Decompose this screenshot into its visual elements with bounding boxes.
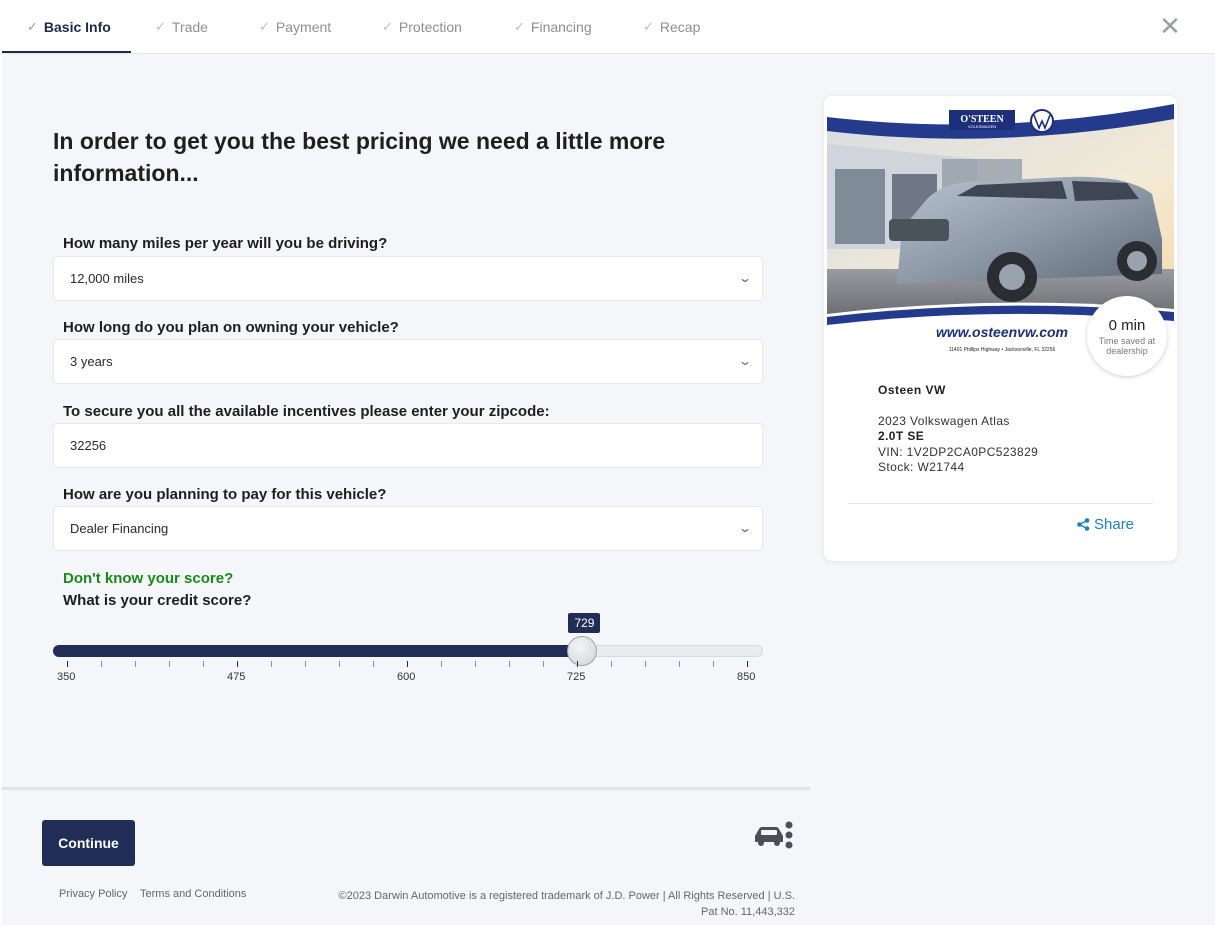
check-icon: ✓ [514, 19, 525, 34]
share-label: Share [1094, 516, 1135, 533]
zipcode-field-wrapper [53, 423, 763, 468]
chevron-down-icon: ⌄ [737, 271, 753, 285]
tab-financing[interactable]: ✓ Financing [514, 0, 592, 54]
check-icon: ✓ [155, 19, 166, 34]
vehicle-card: O'STEEN VOLKSWAGEN www.osteenvw.com 1140… [824, 96, 1177, 561]
time-saved-badge: 0 min Time saved at dealership [1087, 296, 1167, 376]
slider-tick [645, 661, 646, 667]
tab-recap[interactable]: ✓ Recap [643, 0, 700, 54]
check-icon: ✓ [382, 19, 393, 34]
tab-label: Protection [398, 19, 462, 35]
payment-select-value: Dealer Financing [70, 521, 169, 536]
dealer-name: Osteen VW [878, 383, 946, 397]
privacy-policy-link[interactable]: Privacy Policy [59, 888, 127, 900]
vehicle-year-make-model: 2023 Volkswagen Atlas [878, 414, 1010, 428]
check-icon: ✓ [27, 19, 38, 34]
step-tab-bar: ✓ Basic Info ✓ Trade ✓ Payment ✓ Protect… [0, 0, 1215, 54]
tab-label: Financing [530, 19, 592, 35]
slider-tick [67, 661, 68, 667]
tab-label: Basic Info [43, 19, 111, 35]
slider-tick-label: 850 [737, 671, 756, 683]
dealer-address-text: 11401 Phillips Highway • Jacksonville, F… [949, 347, 1056, 353]
tab-payment[interactable]: ✓ Payment [259, 0, 331, 54]
dont-know-score-link[interactable]: Don't know your score? [63, 570, 233, 587]
slider-tick [747, 661, 748, 667]
slider-tick [441, 661, 442, 667]
page-title: In order to get you the best pricing we … [53, 128, 666, 186]
slider-tick [577, 661, 578, 667]
slider-tick [679, 661, 680, 667]
slider-tick [509, 661, 510, 667]
slider-tick [305, 661, 306, 667]
slider-tick [475, 661, 476, 667]
credit-score-slider-handle[interactable] [567, 636, 598, 666]
time-saved-caption: Time saved at dealership [1098, 336, 1156, 356]
slider-tick-label: 725 [567, 671, 586, 683]
footer-divider [2, 787, 810, 790]
time-saved-value: 0 min [1108, 317, 1146, 334]
slider-tick [611, 661, 612, 667]
terms-link[interactable]: Terms and Conditions [140, 888, 246, 900]
left-edge [0, 54, 2, 925]
tab-trade[interactable]: ✓ Trade [155, 0, 208, 54]
payment-select[interactable]: Dealer Financing ⌄ [53, 506, 763, 551]
tab-label: Recap [659, 19, 701, 35]
zipcode-question-label: To secure you all the available incentiv… [63, 403, 550, 420]
vehicle-trim: 2.0T SE [878, 429, 925, 443]
vehicle-vin: VIN: 1V2DP2CA0PC523829 [878, 445, 1039, 459]
tab-label: Trade [171, 19, 208, 35]
card-divider [848, 503, 1153, 504]
continue-button[interactable]: Continue [42, 820, 135, 866]
miles-select-value: 12,000 miles [70, 271, 144, 286]
active-tab-indicator [2, 51, 131, 53]
slider-tick [101, 661, 102, 667]
check-icon: ✓ [643, 19, 654, 34]
slider-tick [373, 661, 374, 667]
slider-tick-label: 600 [397, 671, 416, 683]
credit-score-slider-fill [53, 645, 583, 657]
share-icon [1077, 518, 1090, 531]
close-icon[interactable]: ✕ [1158, 13, 1182, 39]
miles-question-label: How many miles per year will you be driv… [63, 235, 388, 252]
darwin-car-logo-icon [755, 821, 793, 849]
slider-tick [203, 661, 204, 667]
ownership-question-label: How long do you plan on owning your vehi… [63, 319, 399, 336]
dealer-logo-subtext: VOLKSWAGEN [968, 124, 996, 129]
ownership-select-value: 3 years [70, 354, 113, 369]
dealer-url-text: www.osteenvw.com [936, 324, 1068, 340]
slider-tick [339, 661, 340, 667]
chevron-down-icon: ⌄ [737, 521, 753, 535]
payment-question-label: How are you planning to pay for this veh… [63, 486, 387, 503]
slider-tick-label: 475 [227, 671, 246, 683]
share-button[interactable]: Share [1077, 516, 1134, 533]
slider-tick [271, 661, 272, 667]
copyright-text: ©2023 Darwin Automotive is a registered … [338, 890, 795, 918]
zipcode-input[interactable] [70, 438, 762, 453]
miles-select[interactable]: 12,000 miles ⌄ [53, 256, 763, 301]
tab-basic-info[interactable]: ✓ Basic Info [27, 0, 111, 54]
credit-score-value-bubble: 729 [568, 613, 601, 633]
vehicle-stock: Stock: W21744 [878, 460, 965, 474]
tab-label: Payment [275, 19, 332, 35]
slider-tick [407, 661, 408, 667]
ownership-select[interactable]: 3 years ⌄ [53, 339, 763, 384]
tab-protection[interactable]: ✓ Protection [382, 0, 462, 54]
slider-tick [543, 661, 544, 667]
slider-tick [237, 661, 238, 667]
check-icon: ✓ [259, 19, 270, 34]
slider-tick [135, 661, 136, 667]
slider-tick-label: 350 [57, 671, 76, 683]
credit-score-label: What is your credit score? [63, 592, 252, 609]
slider-tick [169, 661, 170, 667]
slider-tick [713, 661, 714, 667]
chevron-down-icon: ⌄ [737, 354, 753, 368]
